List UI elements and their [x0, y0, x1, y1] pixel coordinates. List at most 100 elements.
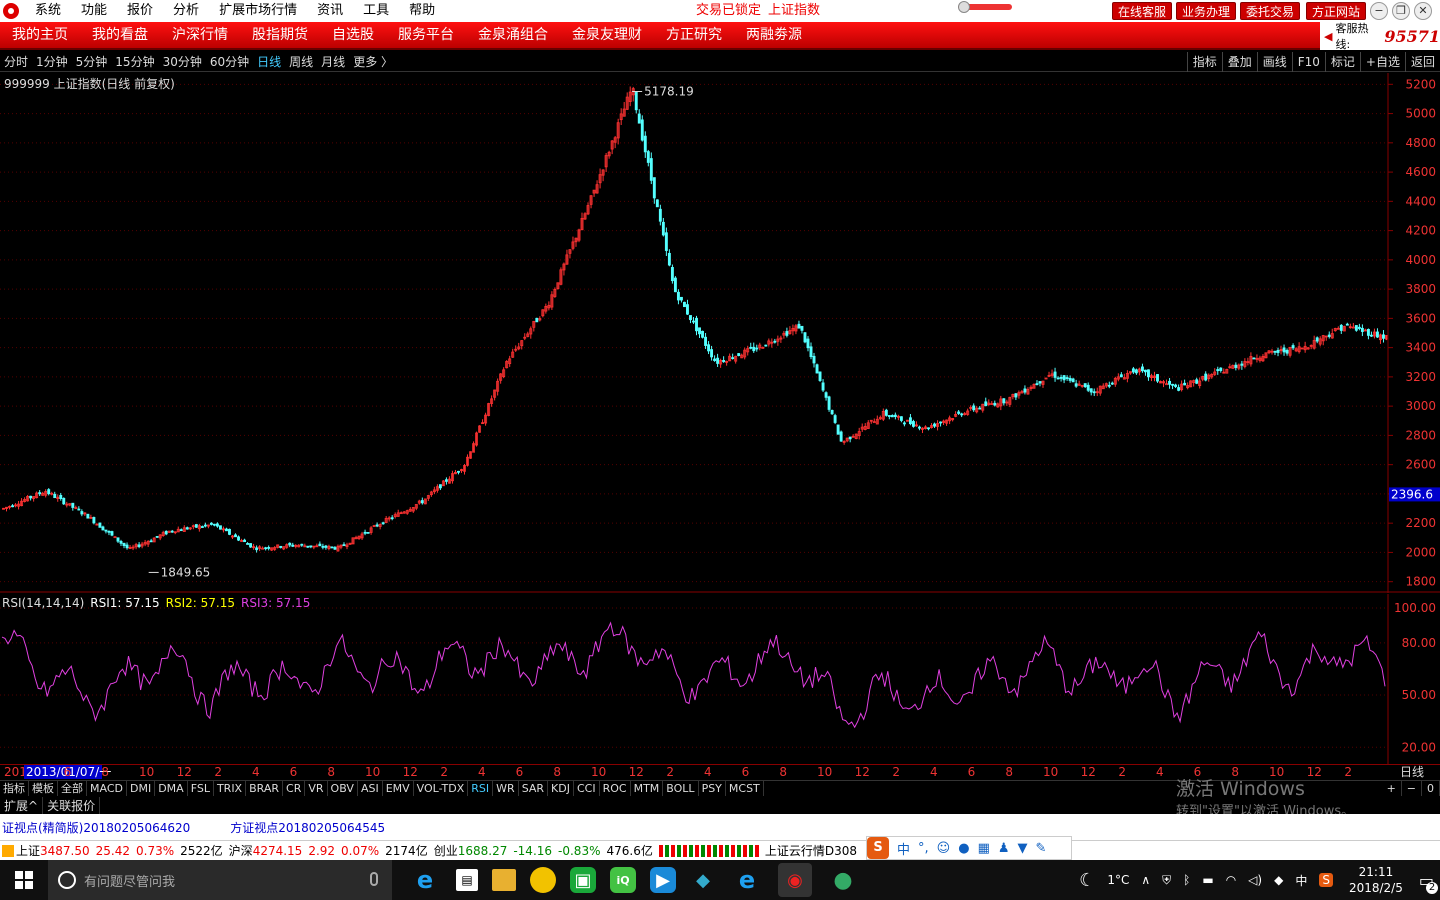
- wifi-icon[interactable]: ◠: [1226, 873, 1236, 887]
- tool-back[interactable]: 返回: [1404, 52, 1440, 72]
- period-15min[interactable]: 15分钟: [111, 53, 158, 70]
- app-chart-icon[interactable]: ◆: [690, 867, 716, 893]
- indicator-tab-trix[interactable]: TRIX: [214, 780, 247, 797]
- indicator-tab-brar[interactable]: BRAR: [246, 780, 284, 797]
- tab-control-2[interactable]: 0: [1422, 780, 1440, 797]
- restore-icon[interactable]: ❐: [1392, 2, 1410, 20]
- nav-home[interactable]: 我的主页: [0, 21, 80, 49]
- indicator-tab-指标[interactable]: 指标: [0, 780, 29, 797]
- price-chart[interactable]: 5178.19 1849.65 5200 5000 4800 4600 4400 4200 4…: [0, 73, 1440, 593]
- ime-lang-indicator[interactable]: 中: [1295, 872, 1307, 889]
- indicator-tab-roc[interactable]: ROC: [600, 780, 631, 797]
- volume-icon[interactable]: ◁): [1248, 873, 1262, 887]
- tab-control-0[interactable]: +: [1382, 780, 1402, 797]
- indicator-tab-fsl[interactable]: FSL: [188, 780, 214, 797]
- indicator-tab-emv[interactable]: EMV: [383, 780, 414, 797]
- nav-futures[interactable]: 股指期货: [240, 21, 320, 49]
- clock[interactable]: 21:11 2018/2/5: [1349, 864, 1403, 896]
- ime-toolbar[interactable]: S 中 °, ☺ ● ▦ ♟ ▼ ✎: [866, 836, 1072, 860]
- rsi-chart-svg[interactable]: 100.00 80.00 50.00 20.00: [0, 594, 1440, 764]
- indicator-tab-wr[interactable]: WR: [493, 780, 519, 797]
- period-tick[interactable]: 分时: [0, 53, 32, 70]
- period-weekly[interactable]: 周线: [285, 53, 317, 70]
- indicator-tab-macd[interactable]: MACD: [87, 780, 127, 797]
- ie-icon[interactable]: e: [730, 863, 764, 897]
- nav-research[interactable]: 方正研究: [654, 21, 734, 49]
- nav-watch[interactable]: 我的看盘: [80, 21, 160, 49]
- store-icon[interactable]: ▤: [456, 869, 478, 891]
- shield-icon[interactable]: ⛨: [1162, 873, 1171, 888]
- bluetooth-icon[interactable]: ᛒ: [1183, 873, 1190, 887]
- period-30min[interactable]: 30分钟: [159, 53, 206, 70]
- period-monthly[interactable]: 月线: [317, 53, 349, 70]
- emoji-icon[interactable]: ☺: [937, 841, 951, 856]
- close-icon[interactable]: ✕: [1414, 2, 1432, 20]
- indicator-tab-cr[interactable]: CR: [283, 780, 306, 797]
- tool-mark[interactable]: 标记: [1324, 52, 1360, 72]
- news-item[interactable]: 证视点(精简版)20180205064620: [2, 819, 190, 836]
- ext-tab[interactable]: 扩展^: [0, 796, 44, 814]
- indicator-tab-sar[interactable]: SAR: [519, 780, 549, 797]
- indicator-tab-mcst[interactable]: MCST: [726, 780, 764, 797]
- player-icon[interactable]: ▶: [650, 867, 676, 893]
- indicator-tab-kdj[interactable]: KDJ: [548, 780, 574, 797]
- online-service-button[interactable]: 在线客服: [1112, 2, 1173, 20]
- voice-icon[interactable]: ●: [958, 841, 969, 856]
- iqiyi-icon[interactable]: iQ: [610, 867, 636, 893]
- menu-help[interactable]: 帮助: [399, 0, 445, 22]
- tab-control-1[interactable]: −: [1402, 780, 1422, 797]
- rsi-chart[interactable]: 100.00 80.00 50.00 20.00 RSI(14,14,14) RSI1…: [0, 594, 1440, 764]
- indicator-tab-obv[interactable]: OBV: [328, 780, 358, 797]
- indicator-tab-模板[interactable]: 模板: [29, 780, 58, 797]
- tool-add-watch[interactable]: +自选: [1359, 52, 1405, 72]
- related-quote-tab[interactable]: 关联报价: [43, 796, 101, 814]
- menu-ext-market[interactable]: 扩展市场行情: [209, 0, 307, 22]
- punctuation-icon[interactable]: °,: [918, 841, 929, 856]
- keyboard-icon[interactable]: ▦: [978, 841, 990, 856]
- menu-system[interactable]: 系统: [25, 0, 71, 22]
- indicator-tab-psy[interactable]: PSY: [699, 780, 726, 797]
- menu-analysis[interactable]: 分析: [163, 0, 209, 22]
- minimize-icon[interactable]: −: [1370, 2, 1388, 20]
- price-chart-svg[interactable]: 5178.19 1849.65 5200 5000 4800 4600 4400 4200 4…: [0, 73, 1440, 593]
- period-1min[interactable]: 1分钟: [32, 53, 72, 70]
- nav-margin[interactable]: 两融劵源: [734, 21, 814, 49]
- ime-lang[interactable]: 中: [897, 839, 910, 858]
- nav-finance[interactable]: 金泉友理财: [560, 21, 654, 49]
- sogou-icon[interactable]: S: [867, 837, 889, 859]
- nav-market[interactable]: 沪深行情: [160, 21, 240, 49]
- diamond-icon[interactable]: ◆: [1274, 873, 1283, 887]
- indicator-tab-vol-tdx[interactable]: VOL-TDX: [414, 780, 469, 797]
- indicator-tab-boll[interactable]: BOLL: [663, 780, 699, 797]
- globe-icon[interactable]: ●: [826, 863, 860, 897]
- tool-indicator[interactable]: 指标: [1186, 52, 1222, 72]
- tool-f10[interactable]: F10: [1291, 52, 1325, 72]
- founder-app-icon[interactable]: ◉: [778, 863, 812, 897]
- menu-function[interactable]: 功能: [71, 0, 117, 22]
- wrench-icon[interactable]: ✎: [1036, 841, 1047, 856]
- network-icon[interactable]: ▬: [1202, 873, 1213, 887]
- period-5min[interactable]: 5分钟: [72, 53, 112, 70]
- menu-tools[interactable]: 工具: [353, 0, 399, 22]
- indicator-tab-mtm[interactable]: MTM: [631, 780, 664, 797]
- nav-watchlist[interactable]: 自选股: [320, 21, 386, 49]
- indicator-tab-rsi[interactable]: RSI: [468, 780, 494, 797]
- indicator-tab-dma[interactable]: DMA: [155, 780, 188, 797]
- slider-knob[interactable]: [958, 1, 970, 13]
- menu-quote[interactable]: 报价: [117, 0, 163, 22]
- start-button[interactable]: [0, 860, 48, 900]
- indicator-tab-全部[interactable]: 全部: [58, 780, 87, 797]
- notification-icon[interactable]: ▭ 2: [1419, 871, 1438, 894]
- period-more[interactable]: 更多 〉: [349, 53, 397, 70]
- cortana-search[interactable]: 有问题尽管问我: [48, 860, 392, 900]
- menu-news[interactable]: 资讯: [307, 0, 353, 22]
- file-explorer-icon[interactable]: [492, 869, 516, 891]
- nav-portfolio[interactable]: 金泉涌组合: [466, 21, 560, 49]
- indicator-tab-vr[interactable]: VR: [305, 780, 328, 797]
- website-button[interactable]: 方正网站: [1306, 2, 1367, 20]
- app-green-icon[interactable]: ▣: [570, 867, 596, 893]
- sogou-tray-icon[interactable]: S: [1319, 873, 1333, 887]
- transparency-slider[interactable]: [958, 1, 1012, 13]
- tool-draw[interactable]: 画线: [1256, 52, 1292, 72]
- indicator-tab-cci[interactable]: CCI: [574, 780, 600, 797]
